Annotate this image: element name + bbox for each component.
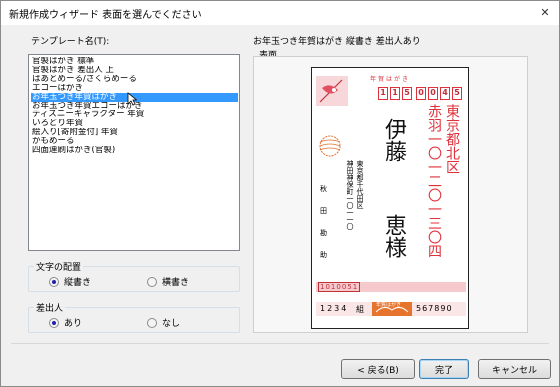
sender-name-char: 田 bbox=[320, 207, 327, 215]
recipient-name-1: 伊藤 bbox=[381, 118, 406, 162]
template-listbox[interactable]: 官製はがき 標準 官製はがき 差出人 上はあとめーる/さくらめーる エコーはがき お年… bbox=[28, 54, 240, 251]
sender-postal: 1010051 bbox=[318, 282, 361, 292]
template-list-item[interactable]: いろどり年賀 bbox=[31, 119, 238, 128]
address-line-2: 赤羽一〇一二〇一三〇四 bbox=[426, 104, 442, 258]
sender-address: 東京都千代田区 bbox=[356, 160, 364, 209]
radio-horizontal-dot[interactable] bbox=[147, 276, 157, 287]
postal-digit-box: 4 bbox=[440, 87, 450, 100]
sender-name-char: 助 bbox=[320, 251, 327, 259]
radio-sender-yes-dot[interactable] bbox=[49, 317, 59, 328]
lottery-group: 組 bbox=[356, 305, 364, 314]
radio-vertical-label: 縦書き bbox=[64, 278, 92, 288]
lottery-number-left: 1234 bbox=[320, 304, 349, 313]
template-list-item[interactable]: はあとめーる/さくらめーる bbox=[31, 75, 238, 84]
template-list-item[interactable]: ディズニーキャラクター 年賀 bbox=[31, 110, 238, 119]
postal-digit-box: 5 bbox=[452, 87, 462, 100]
radio-sender-yes-label: あり bbox=[64, 319, 83, 329]
finish-button[interactable]: 完了 bbox=[419, 359, 469, 379]
sender-name-char: 秋 bbox=[320, 185, 327, 193]
cancel-button[interactable]: キャンセル bbox=[478, 359, 551, 379]
recipient-honorific: 恵様 bbox=[380, 214, 406, 258]
lottery-stamp: 年賀はがき bbox=[376, 302, 402, 308]
postal-digit-box: 5 bbox=[402, 87, 412, 100]
radio-sender-no-label: なし bbox=[162, 319, 181, 329]
text-layout-title: 文字の配置 bbox=[34, 260, 84, 273]
postal-digit-box: 0 bbox=[428, 87, 438, 100]
lottery-number-right: 567890 bbox=[416, 304, 453, 313]
preview-heading: お年玉つき年賀はがき 縦書き 差出人あり bbox=[253, 37, 421, 47]
template-list-item[interactable]: かもめーる bbox=[31, 137, 238, 146]
postal-code-row: 1150045 bbox=[378, 87, 462, 100]
window-title: 新規作成ウィザード 表面を選んでください bbox=[9, 10, 202, 21]
sender-address-2: 神田神保町一〇一一〇 bbox=[346, 160, 354, 230]
postal-digit-box: 1 bbox=[390, 87, 400, 100]
recipient-name: 伊藤 bbox=[380, 118, 406, 162]
postcard-preview: 年賀はがき 1150045 東京都北区 赤羽一〇一二〇一三〇四 伊藤 恵様 東京… bbox=[311, 67, 469, 329]
template-list-item[interactable]: 官製はがき 差出人 上 bbox=[31, 66, 238, 75]
address-line-1: 東京都北区 bbox=[444, 104, 460, 174]
wizard-window: 新規作成ウィザード 表面を選んでください ✕ テンプレート名(T): 官製はがき… bbox=[0, 0, 560, 387]
text-layout-group: 文字の配置 縦書き 横書き bbox=[28, 260, 240, 292]
postal-digit-box: 1 bbox=[378, 87, 388, 100]
radio-sender-yes[interactable]: あり bbox=[49, 316, 82, 329]
close-icon[interactable]: ✕ bbox=[537, 5, 553, 19]
sender-name: 秋田勘助 bbox=[320, 178, 327, 266]
recipient-name-2: 恵様 bbox=[381, 214, 406, 258]
postal-digit-box: 0 bbox=[416, 87, 426, 100]
radio-sender-no[interactable]: なし bbox=[147, 316, 180, 329]
title-bar: 新規作成ウィザード 表面を選んでください ✕ bbox=[1, 1, 559, 25]
template-list-item[interactable]: 四面連刷はがき(官製) bbox=[31, 146, 238, 155]
card-header: 年賀はがき bbox=[370, 76, 411, 83]
sender-group: 差出人 あり なし bbox=[28, 301, 240, 333]
radio-horizontal[interactable]: 横書き bbox=[147, 275, 189, 288]
separator bbox=[11, 343, 549, 344]
template-list-label: テンプレート名(T): bbox=[31, 37, 110, 47]
mouse-cursor-icon bbox=[127, 92, 137, 106]
back-button[interactable]: < 戻る(B) bbox=[341, 359, 415, 379]
sender-title: 差出人 bbox=[34, 301, 66, 314]
recipient-address: 東京都北区 bbox=[444, 104, 460, 174]
recipient-address-2: 赤羽一〇一二〇一三〇四 bbox=[426, 104, 442, 258]
radio-horizontal-label: 横書き bbox=[162, 278, 190, 288]
radio-vertical[interactable]: 縦書き bbox=[49, 275, 91, 288]
radio-sender-no-dot[interactable] bbox=[147, 317, 157, 328]
radio-vertical-dot[interactable] bbox=[49, 276, 59, 287]
template-list-item[interactable]: 絵入り[寄附金付] 年賀 bbox=[31, 128, 238, 137]
sender-address-1: 東京都千代田区 bbox=[356, 160, 364, 209]
template-list-item[interactable]: 官製はがき 標準 bbox=[31, 57, 238, 66]
sender-address-b: 神田神保町一〇一一〇 bbox=[346, 160, 354, 230]
sender-name-char: 勘 bbox=[320, 229, 327, 237]
